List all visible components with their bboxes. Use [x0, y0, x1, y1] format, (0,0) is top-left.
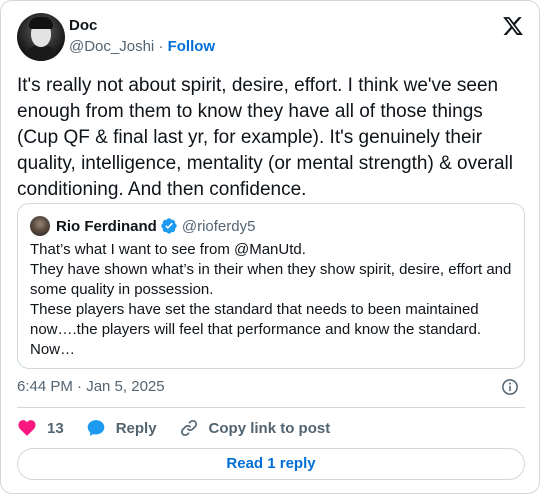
author-display-name[interactable]: Doc — [69, 16, 215, 36]
quoted-author-avatar — [30, 216, 50, 236]
verified-badge-icon — [161, 218, 177, 234]
author-handle[interactable]: @Doc_Joshi — [69, 38, 154, 55]
read-reply-button[interactable]: Read 1 reply — [17, 448, 525, 480]
like-button[interactable]: 13 — [17, 418, 64, 438]
info-icon[interactable] — [501, 378, 519, 396]
follow-button[interactable]: Follow — [168, 38, 216, 55]
tweet-header: Doc @Doc_Joshi · Follow — [17, 13, 525, 61]
tweet-timestamp[interactable]: 6:44 PM · Jan 5, 2025 — [17, 377, 165, 397]
divider — [17, 407, 525, 408]
reply-label: Reply — [115, 419, 157, 437]
quoted-author-display-name: Rio Ferdinand — [56, 217, 157, 235]
quoted-tweet-text: That’s what I want to see from @ManUtd. … — [30, 241, 512, 358]
copy-link-button[interactable]: Copy link to post — [179, 418, 331, 438]
tweet-text: It's really not about spirit, desire, ef… — [17, 75, 519, 200]
copy-link-label: Copy link to post — [208, 419, 331, 437]
quoted-author-handle: @rioferdy5 — [181, 217, 256, 235]
author-names: Doc @Doc_Joshi · Follow — [69, 16, 215, 57]
handle-separator: · — [158, 38, 164, 55]
quoted-tweet[interactable]: Rio Ferdinand @rioferdy5 That’s what I w… — [17, 203, 525, 369]
reply-button[interactable]: Reply — [86, 418, 157, 438]
like-count: 13 — [47, 419, 64, 437]
heart-icon — [18, 420, 36, 436]
x-logo-icon[interactable] — [501, 15, 525, 37]
author-handle-row: @Doc_Joshi · Follow — [69, 37, 215, 57]
tweet-card: Doc @Doc_Joshi · Follow It's really not … — [0, 0, 540, 494]
author-avatar[interactable] — [17, 13, 65, 61]
link-icon — [180, 419, 197, 437]
quoted-tweet-header: Rio Ferdinand @rioferdy5 — [30, 216, 255, 236]
speech-bubble-icon — [87, 420, 105, 436]
action-bar: 13 Reply Copy link to post — [17, 417, 352, 439]
